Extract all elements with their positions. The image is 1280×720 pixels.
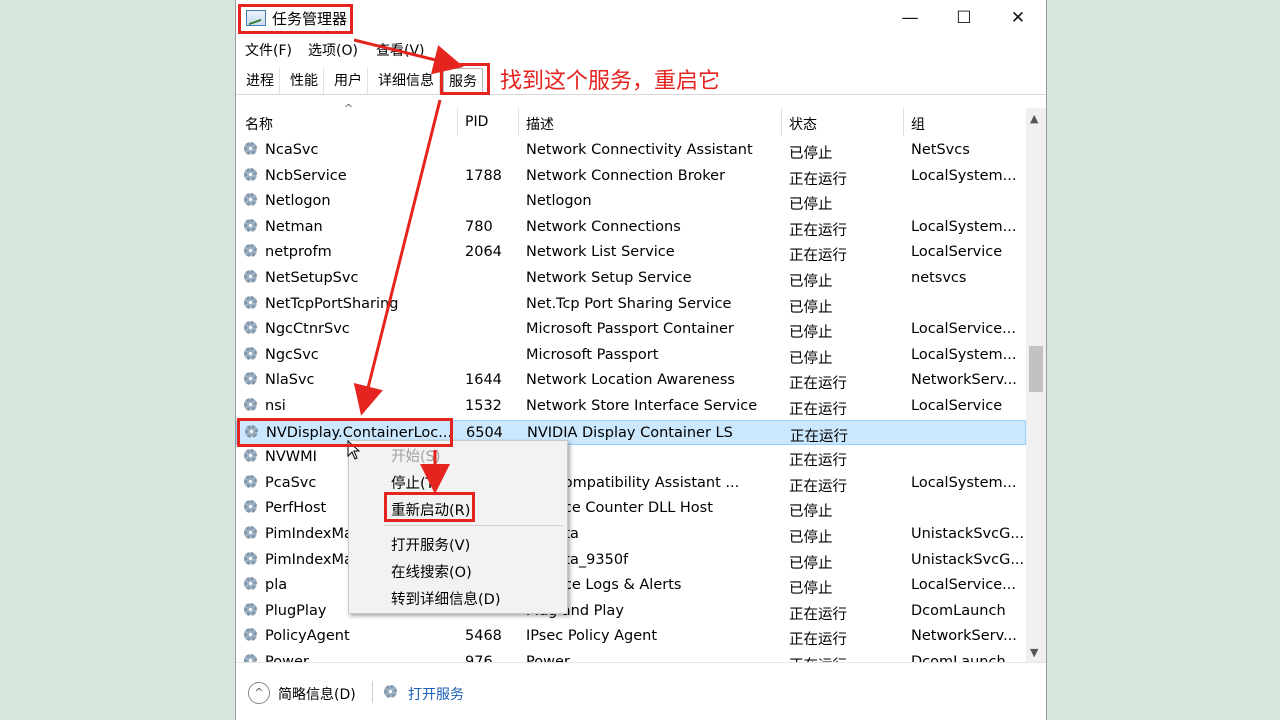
- annotation-arrows: [353, 38, 464, 494]
- arrow-to-services-tab: [353, 38, 464, 75]
- arrow-to-service: [353, 99, 442, 416]
